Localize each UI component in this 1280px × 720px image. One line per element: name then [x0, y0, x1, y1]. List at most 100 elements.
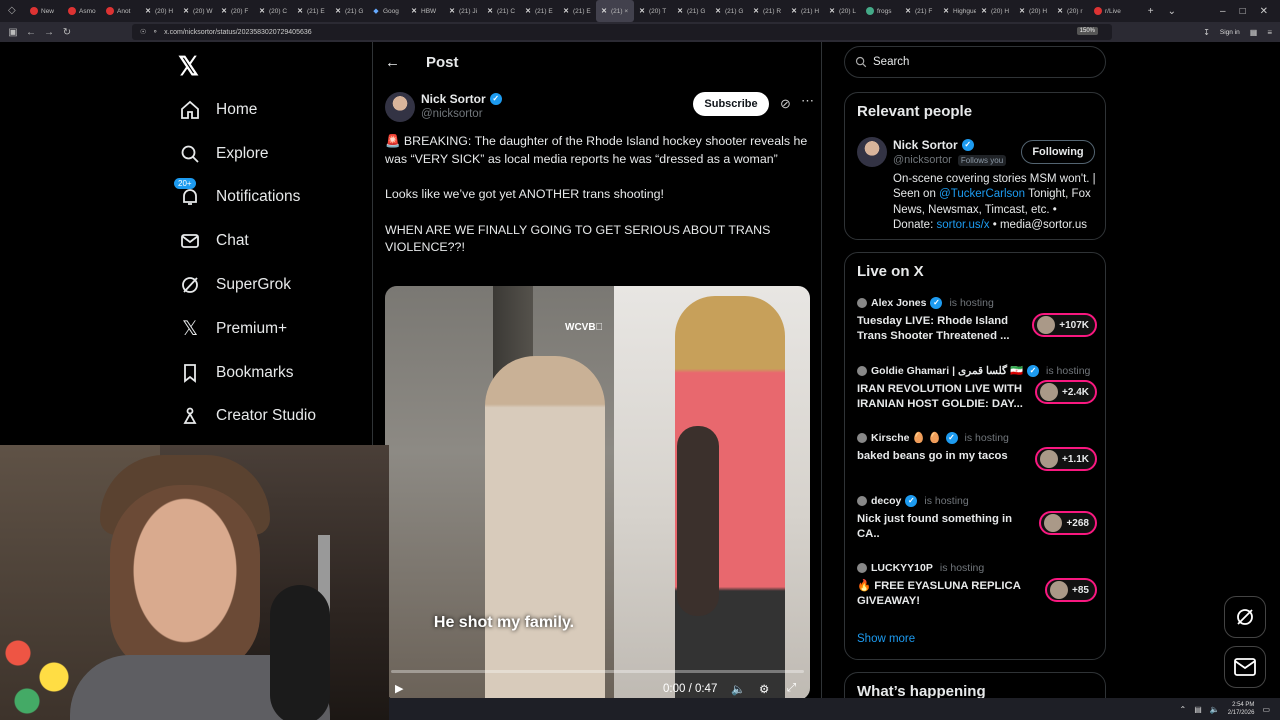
left-nav: Home Explore 20+ Notifications Chat Supe… [174, 88, 316, 439]
bio-link[interactable]: sortor.us/x [936, 219, 989, 231]
tab-list-icon[interactable]: ⌄ [1168, 6, 1176, 17]
browser-tab[interactable]: frogs [862, 0, 900, 22]
show-more-link[interactable]: Show more [857, 633, 915, 645]
nav-item-premium[interactable]: 𝕏 Premium+ [178, 307, 316, 351]
nav-item-notifications[interactable]: 20+ Notifications [174, 176, 316, 220]
play-icon[interactable]: ▶ [395, 682, 403, 695]
browser-tab[interactable]: ✕ (21) G [710, 0, 748, 22]
download-icon[interactable]: ↧ [1203, 28, 1210, 37]
forward-icon[interactable]: → [40, 27, 58, 38]
live-listener-count[interactable]: +107K [1032, 313, 1097, 337]
grok-fab-button[interactable] [1224, 596, 1266, 638]
video-controls: ▶ 0:00 / 0:47 🔈 ⚙ ⤢ [385, 680, 810, 700]
live-item[interactable]: LUCKYY10P is hosting 🔥 FREE EYASLUNA REPL… [857, 562, 1097, 622]
live-listener-count[interactable]: +2.4K [1035, 380, 1097, 404]
x-logo[interactable]: 𝕏 [178, 51, 199, 82]
system-clock[interactable]: 2:54 PM 2/17/2026 [1228, 701, 1255, 717]
zoom-level[interactable]: 150% [1076, 27, 1098, 35]
author-handle[interactable]: @nicksortor [421, 108, 483, 120]
nav-item-bookmarks[interactable]: Bookmarks [178, 351, 316, 395]
browser-tab[interactable]: ✕ (21) C [482, 0, 520, 22]
settings-gear-icon[interactable]: ⚙ [759, 682, 769, 696]
video-progress-bar[interactable] [391, 670, 804, 673]
reload-icon[interactable]: ↻ [58, 27, 76, 38]
tab-label: (21) G [725, 7, 744, 15]
back-arrow-icon[interactable]: ← [385, 54, 400, 71]
browser-tab[interactable]: ✕ HBW [406, 0, 444, 22]
live-item[interactable]: Goldie Ghamari | گلسا قمری 🇮🇷 ✓ is hosting… [857, 364, 1097, 424]
browser-tab[interactable]: Asmo [64, 0, 102, 22]
browser-tab[interactable]: ✕ (20) H [976, 0, 1014, 22]
browser-tab[interactable]: ✕ (20) W [178, 0, 216, 22]
browser-tab[interactable]: ✕ (20) H [140, 0, 178, 22]
url-bar[interactable]: ☉ ⚬ x.com/nicksortor/status/202358302072… [132, 24, 1112, 40]
search-input[interactable]: Search [844, 46, 1106, 78]
back-icon[interactable]: ← [22, 27, 40, 38]
live-item[interactable]: decoy ✓ is hosting Nick just found somethi… [857, 495, 1097, 555]
relevant-person-name[interactable]: Nick Sortor ✓ [893, 138, 974, 152]
webcam-person-face [110, 485, 260, 675]
nav-item-explore[interactable]: Explore [178, 132, 316, 176]
author-name[interactable]: Nick Sortor ✓ [421, 92, 502, 106]
tray-chevron-icon[interactable]: ⌃ [1180, 705, 1187, 714]
grok-icon[interactable]: ⊘ [780, 96, 791, 112]
browser-tab[interactable]: ✕ (21) H [786, 0, 824, 22]
sidebar-icon[interactable]: ▣ [4, 27, 22, 38]
browser-tab[interactable]: ✕ (21) E [558, 0, 596, 22]
browser-tab[interactable]: ✕ (20) H [1014, 0, 1052, 22]
browser-tab[interactable]: ◆ Goog [368, 0, 406, 22]
browser-tab[interactable]: ✕ (20) L [824, 0, 862, 22]
browser-tab[interactable]: Anot [102, 0, 140, 22]
messages-fab-button[interactable] [1224, 646, 1266, 688]
notification-center-icon[interactable]: ▭ [1262, 705, 1270, 714]
nav-item-creator-studio[interactable]: Creator Studio [178, 395, 316, 439]
extensions-icon[interactable]: ▦ [1250, 28, 1258, 37]
menu-icon[interactable]: ≡ [1267, 28, 1272, 37]
browser-tab[interactable]: ✕ (21) × [596, 0, 634, 22]
browser-tab[interactable]: r/Live [1090, 0, 1128, 22]
post-video[interactable]: WCVB⃝ He shot my family. ▶ 0:00 / 0:47 🔈… [385, 286, 810, 700]
volume-icon[interactable]: 🔈 [731, 682, 745, 696]
browser-tab[interactable]: ✕ (21) F [900, 0, 938, 22]
browser-tab[interactable]: ✕ (21) R [748, 0, 786, 22]
browser-tab[interactable]: ✕ (21) E [520, 0, 558, 22]
browser-tab[interactable]: New [26, 0, 64, 22]
sidebar-toggle-icon[interactable]: ◇ [8, 5, 20, 17]
author-avatar[interactable] [385, 92, 415, 122]
tab-label: HBW [421, 7, 437, 15]
x-favicon-icon: ✕ [145, 8, 151, 15]
network-icon[interactable]: ▤ [1194, 705, 1202, 714]
verified-badge-icon: ✓ [905, 495, 918, 507]
nav-item-chat[interactable]: Chat [178, 219, 316, 263]
browser-tab[interactable]: ✕ (20) F [216, 0, 254, 22]
subscribe-button[interactable]: Subscribe [693, 92, 769, 116]
close-window-icon[interactable]: ✕ [1260, 6, 1268, 17]
live-listener-count[interactable]: +1.1K [1035, 447, 1097, 471]
sign-in-button[interactable]: Sign in [1220, 29, 1240, 36]
verified-badge-icon: ✓ [961, 139, 974, 151]
nav-item-home[interactable]: Home [178, 88, 316, 132]
volume-tray-icon[interactable]: 🔈 [1210, 705, 1220, 714]
live-item[interactable]: Kirsche 🥚 🥚 ✓ is hosting baked beans go in… [857, 431, 1097, 491]
bio-link[interactable]: @TuckerCarlson [939, 188, 1025, 200]
browser-tab[interactable]: ✕ (20) r [1052, 0, 1090, 22]
browser-tab[interactable]: ✕ (21) Ji [444, 0, 482, 22]
more-options-icon[interactable]: ⋯ [801, 93, 814, 109]
maximize-icon[interactable]: □ [1240, 6, 1246, 17]
fullscreen-icon[interactable]: ⤢ [787, 682, 796, 695]
live-listener-count[interactable]: +85 [1045, 578, 1097, 602]
browser-tab[interactable]: ✕ Highgue [938, 0, 976, 22]
new-tab-button[interactable]: + [1148, 6, 1154, 17]
tab-label: (20) H [991, 7, 1010, 15]
browser-tab[interactable]: ✕ (21) G [330, 0, 368, 22]
browser-tab[interactable]: ✕ (21) G [672, 0, 710, 22]
following-button[interactable]: Following [1021, 140, 1095, 164]
browser-tab[interactable]: ✕ (21) E [292, 0, 330, 22]
live-listener-count[interactable]: +268 [1039, 511, 1097, 535]
browser-tab[interactable]: ✕ (20) T [634, 0, 672, 22]
nav-item-supergrok[interactable]: SuperGrok [178, 263, 316, 307]
relevant-person-avatar[interactable] [857, 137, 887, 167]
minimize-icon[interactable]: – [1220, 6, 1226, 17]
live-item[interactable]: Alex Jones ✓ is hosting Tuesday LIVE: Rhod… [857, 297, 1097, 357]
browser-tab[interactable]: ✕ (20) C [254, 0, 292, 22]
